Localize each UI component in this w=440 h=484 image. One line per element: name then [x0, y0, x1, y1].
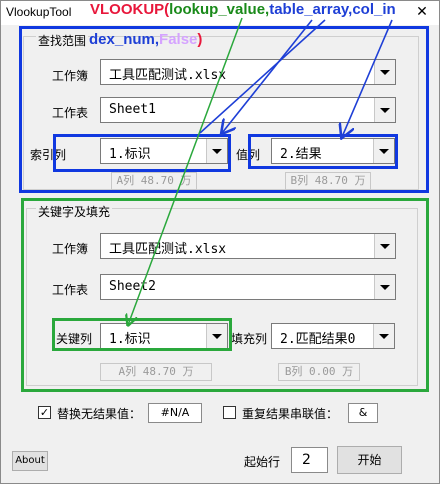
concat-checkbox[interactable] [223, 406, 236, 419]
check-icon: ✓ [39, 406, 50, 419]
start-row-label: 起始行 [244, 455, 281, 469]
replace-checkbox[interactable]: ✓ [38, 406, 51, 419]
about-button[interactable]: About [12, 451, 48, 471]
start-row-input[interactable]: 2 [291, 447, 328, 473]
replace-label: 替换无结果值： [57, 407, 142, 421]
arrow-col-index [342, 19, 393, 137]
arrow-table-array-b [199, 19, 326, 134]
replace-value-input[interactable]: #N/A [148, 403, 202, 423]
arrow-lookup-value [128, 17, 243, 325]
concat-value-input[interactable]: & [348, 403, 378, 423]
concat-label: 重复结果串联值： [242, 407, 339, 421]
start-button[interactable]: 开始 [337, 446, 402, 474]
